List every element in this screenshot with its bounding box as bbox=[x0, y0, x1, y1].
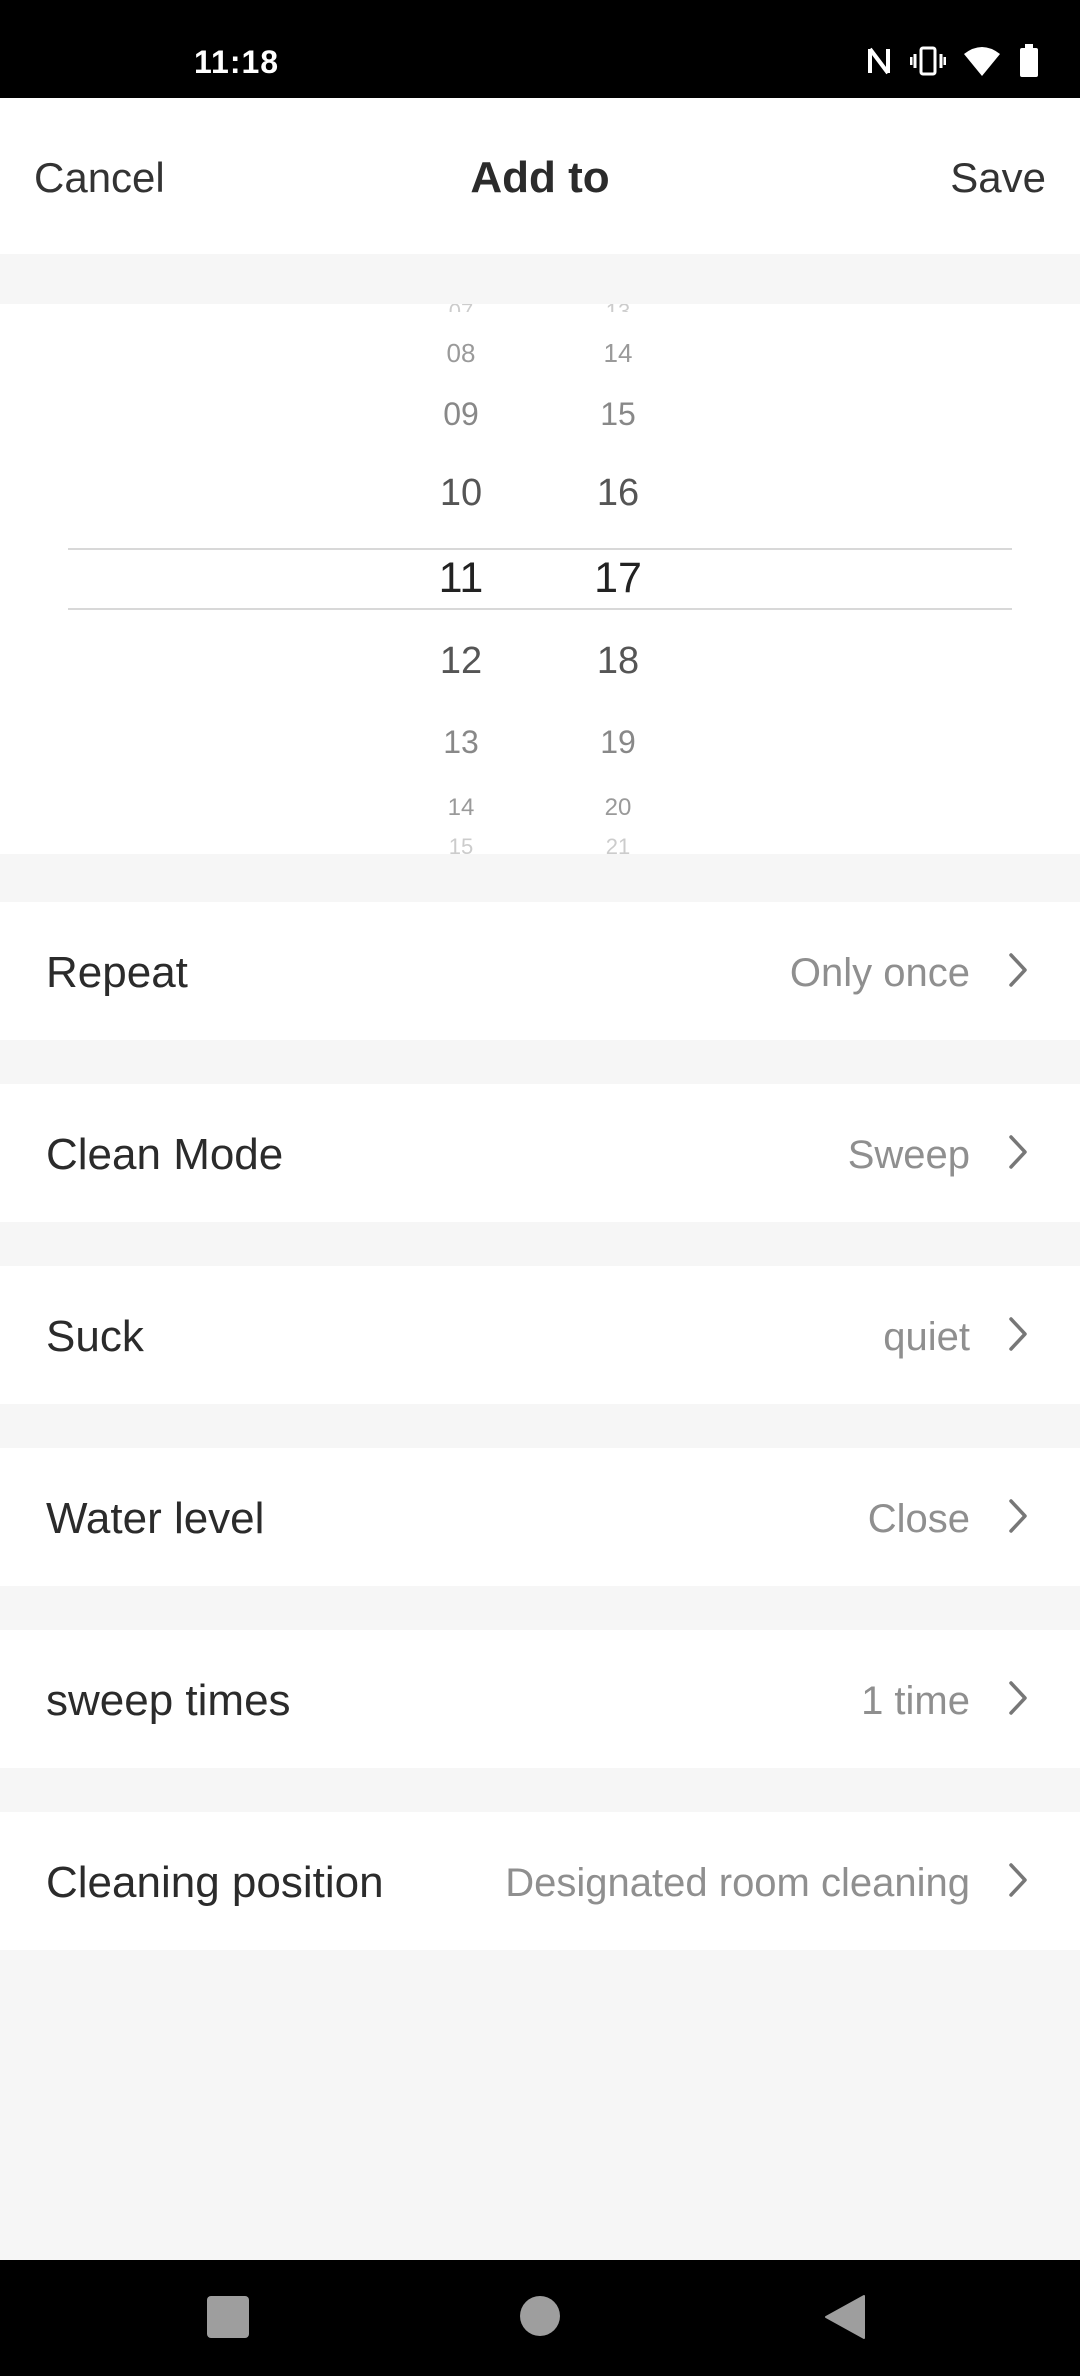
hour-option[interactable]: 15 bbox=[401, 838, 521, 854]
hour-option[interactable]: 08 bbox=[401, 338, 521, 369]
row-value: 1 time bbox=[861, 1679, 970, 1723]
chevron-right-icon bbox=[1009, 953, 1027, 987]
row-value: Only once bbox=[789, 951, 970, 995]
minute-option[interactable]: 20 bbox=[558, 794, 678, 822]
recents-button[interactable] bbox=[207, 2296, 249, 2338]
save-button[interactable]: Save bbox=[950, 98, 1046, 254]
hour-wheel[interactable]: 07 08 09 10 11 12 13 14 15 bbox=[401, 304, 521, 854]
battery-icon bbox=[1018, 44, 1040, 78]
status-time: 11:18 bbox=[194, 44, 280, 80]
chevron-right-icon bbox=[1009, 1135, 1027, 1169]
row-value: Designated room cleaning bbox=[505, 1861, 970, 1905]
chevron-right-icon bbox=[1009, 1863, 1027, 1897]
status-icons bbox=[866, 44, 1040, 78]
minute-option[interactable]: 15 bbox=[558, 396, 678, 433]
chevron-right-icon bbox=[1009, 1681, 1027, 1715]
chevron-right-icon bbox=[1009, 1499, 1027, 1533]
hour-option[interactable]: 13 bbox=[401, 724, 521, 761]
row-label: Clean Mode bbox=[46, 1130, 284, 1179]
hour-option[interactable]: 12 bbox=[401, 640, 521, 683]
picker-selection-bottom-line bbox=[68, 608, 1012, 610]
cleaning-position-row[interactable]: Cleaning position Designated room cleani… bbox=[0, 1812, 1080, 1950]
back-button[interactable] bbox=[824, 2294, 866, 2340]
suck-row[interactable]: Suck quiet bbox=[0, 1266, 1080, 1404]
home-button[interactable] bbox=[520, 2296, 560, 2336]
wifi-icon bbox=[964, 46, 1000, 76]
minute-option[interactable]: 21 bbox=[558, 838, 678, 854]
hour-option[interactable]: 14 bbox=[401, 794, 521, 822]
vibrate-icon bbox=[910, 45, 946, 77]
row-value: Sweep bbox=[847, 1133, 970, 1177]
nfc-icon bbox=[866, 45, 892, 77]
hour-option[interactable]: 09 bbox=[401, 396, 521, 433]
repeat-row[interactable]: Repeat Only once bbox=[0, 902, 1080, 1040]
minute-option-selected[interactable]: 17 bbox=[558, 554, 678, 603]
row-label: sweep times bbox=[46, 1676, 291, 1725]
minute-option[interactable]: 13 bbox=[558, 304, 678, 312]
status-bar: 11:18 bbox=[0, 0, 1080, 98]
hour-option-selected[interactable]: 11 bbox=[401, 554, 521, 603]
hour-option[interactable]: 10 bbox=[401, 472, 521, 515]
water-level-row[interactable]: Water level Close bbox=[0, 1448, 1080, 1586]
minute-option[interactable]: 16 bbox=[558, 472, 678, 515]
row-label: Suck bbox=[46, 1312, 144, 1361]
clean-mode-row[interactable]: Clean Mode Sweep bbox=[0, 1084, 1080, 1222]
minute-wheel[interactable]: 13 14 15 16 17 18 19 20 21 bbox=[558, 304, 678, 854]
minute-option[interactable]: 18 bbox=[558, 640, 678, 683]
picker-selection-top-line bbox=[68, 548, 1012, 550]
sweep-times-row[interactable]: sweep times 1 time bbox=[0, 1630, 1080, 1768]
hour-option[interactable]: 07 bbox=[401, 304, 521, 312]
minute-option[interactable]: 19 bbox=[558, 724, 678, 761]
chevron-right-icon bbox=[1009, 1317, 1027, 1351]
row-value: Close bbox=[867, 1497, 970, 1541]
system-nav-bar bbox=[0, 2260, 1080, 2376]
row-label: Cleaning position bbox=[46, 1858, 384, 1907]
minute-option[interactable]: 14 bbox=[558, 338, 678, 369]
row-value: quiet bbox=[883, 1315, 970, 1359]
time-picker[interactable]: 07 08 09 10 11 12 13 14 15 13 14 15 16 1… bbox=[0, 304, 1080, 854]
row-label: Repeat bbox=[46, 948, 188, 997]
row-label: Water level bbox=[46, 1494, 265, 1543]
header-bar: Add to Cancel Save bbox=[0, 98, 1080, 254]
cancel-button[interactable]: Cancel bbox=[34, 98, 165, 254]
